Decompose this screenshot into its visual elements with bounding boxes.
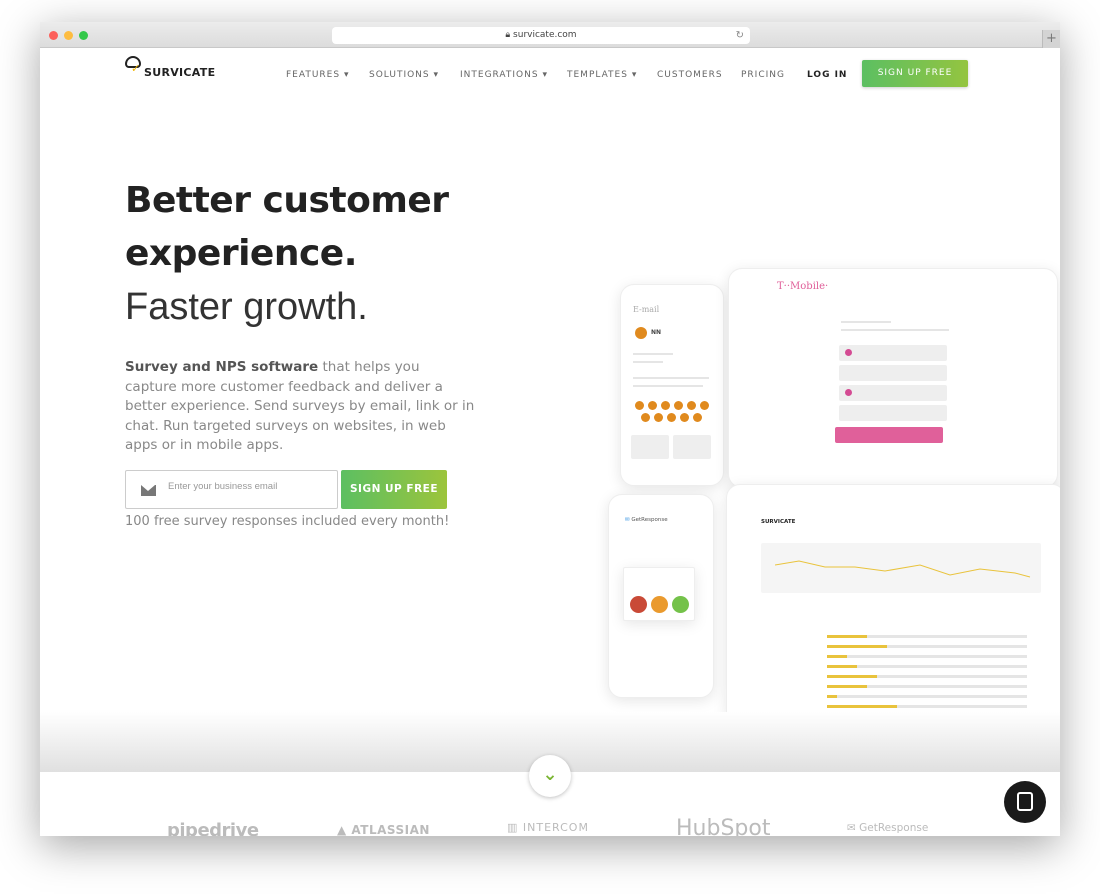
email-field[interactable] (125, 470, 338, 509)
happy-face-icon (672, 596, 689, 613)
top-nav: ✓ SURVICATE FEATURES ▾ SOLUTIONS ▾ INTEG… (40, 48, 1060, 98)
nav-label: TEMPLATES (567, 70, 628, 80)
nav-features[interactable]: FEATURES ▾ (286, 70, 349, 80)
atlassian-logo: ▲ ATLASSIAN (337, 823, 430, 836)
minimize-window-button[interactable] (64, 31, 73, 40)
login-link[interactable]: LOG IN (807, 70, 847, 80)
chat-widget-button[interactable] (1004, 781, 1046, 823)
hero-description: Survey and NPS software that helps you c… (125, 358, 475, 456)
maximize-window-button[interactable] (79, 31, 88, 40)
check-icon (845, 389, 852, 396)
check-icon (845, 349, 852, 356)
brand-text: GetResponse (859, 822, 929, 834)
bar (827, 685, 867, 688)
neutral-face-icon (651, 596, 668, 613)
nn-logo-icon (635, 327, 647, 339)
bar-track (827, 665, 1027, 668)
browser-window: 🔒︎ survicate.com ↻ + ✓ SURVICATE FEATURES… (40, 22, 1060, 836)
nav-signup-button[interactable]: SIGN UP FREE (862, 60, 968, 87)
brand-text: INTERCOM (522, 821, 589, 834)
nav-integrations[interactable]: INTEGRATIONS ▾ (460, 70, 548, 80)
tmobile-logo: T··Mobile· (777, 281, 829, 292)
tablet-submit-button (835, 427, 943, 443)
new-tab-button[interactable]: + (1042, 30, 1060, 48)
line-chart (775, 560, 1031, 578)
bar-track (827, 655, 1027, 658)
phone-email-mockup: E-mail NN (620, 284, 724, 486)
caret-down-icon: ▾ (631, 70, 638, 80)
bar (827, 695, 837, 698)
nav-label: FEATURES (286, 70, 341, 80)
browser-titlebar: 🔒︎ survicate.com ↻ + (40, 22, 1060, 48)
address-bar[interactable]: 🔒︎ survicate.com ↻ (332, 27, 750, 44)
nav-solutions[interactable]: SOLUTIONS ▾ (369, 70, 439, 80)
chat-icon (1017, 792, 1033, 811)
getresponse-brand: ✉ GetResponse (625, 517, 668, 523)
hero-title-line1: Better customer (125, 180, 449, 221)
hero-subtitle: Faster growth. (125, 286, 368, 328)
nav-customers[interactable]: CUSTOMERS (657, 70, 723, 80)
laptop-logo: SURVICATE (761, 519, 796, 525)
logo-text: SURVICATE (144, 66, 216, 79)
phone-header: E-mail (633, 305, 660, 314)
sad-face-icon (630, 596, 647, 613)
caret-down-icon: ▾ (433, 70, 440, 80)
email-input[interactable] (168, 481, 328, 492)
bar (827, 645, 887, 648)
brand-text: ATLASSIAN (351, 823, 430, 836)
caret-down-icon: ▾ (343, 70, 350, 80)
bar (827, 705, 897, 708)
nav-label: SOLUTIONS (369, 70, 430, 80)
nav-label: INTEGRATIONS (460, 70, 539, 80)
envelope-icon (141, 485, 156, 496)
bar (827, 665, 857, 668)
hubspot-logo: HubSpot (676, 816, 771, 836)
bar (827, 635, 867, 638)
tablet-mockup: T··Mobile· (728, 268, 1058, 488)
close-window-button[interactable] (49, 31, 58, 40)
reload-icon[interactable]: ↻ (736, 27, 744, 44)
pipedrive-logo: pipedrive (167, 820, 259, 836)
getresponse-logo: ✉ GetResponse (847, 822, 929, 834)
hero-title-line2: experience. (125, 233, 357, 274)
bar (827, 655, 847, 658)
scroll-down-button[interactable]: ⌄ (529, 755, 571, 797)
chevron-down-icon: ⌄ (542, 764, 558, 785)
desc-bold: Survey and NPS software (125, 359, 319, 375)
laptop-mockup: SURVICATE (726, 484, 1060, 718)
url-text: survicate.com (513, 30, 577, 40)
phone-brand: NN (651, 329, 662, 336)
bar (827, 675, 877, 678)
free-responses-note: 100 free survey responses included every… (125, 514, 450, 529)
nav-templates[interactable]: TEMPLATES ▾ (567, 70, 637, 80)
phone-getresponse-mockup: ✉ GetResponse (608, 494, 714, 698)
lock-icon: 🔒︎ (505, 30, 514, 40)
hero-signup-button[interactable]: SIGN UP FREE (341, 470, 447, 509)
check-icon: ✓ (131, 62, 141, 75)
bar-track (827, 695, 1027, 698)
nav-pricing[interactable]: PRICING (741, 70, 785, 80)
intercom-logo: ▥ INTERCOM (507, 821, 589, 834)
nps-popup (623, 567, 695, 621)
caret-down-icon: ▾ (542, 70, 548, 80)
brand-text: GetResponse (631, 517, 668, 523)
